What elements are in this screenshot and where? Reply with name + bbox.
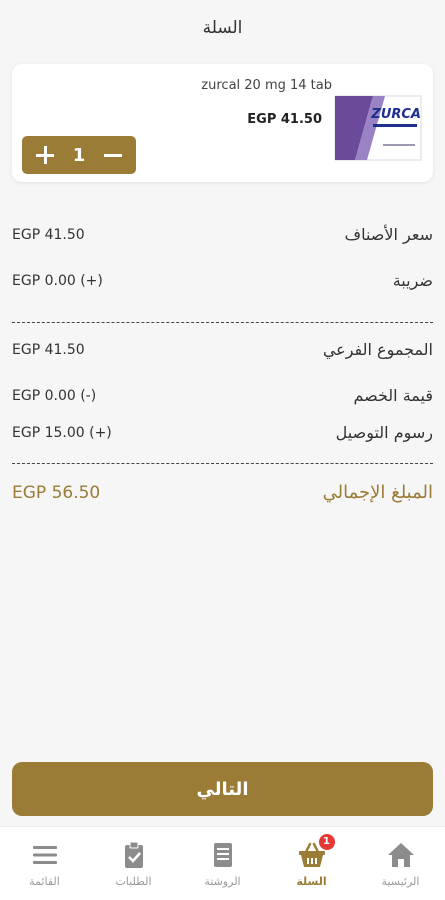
summary-divider [12, 322, 433, 323]
bottom-nav: القائمة الطلبات الروشتة 1 السلة الرئيسية [0, 826, 445, 900]
nav-item-prescription[interactable]: الروشتة [178, 840, 267, 888]
total-divider [12, 463, 433, 464]
nav-item-orders[interactable]: الطلبات [89, 840, 178, 888]
subtotal-value: EGP 41.50 [12, 341, 85, 358]
product-price: EGP 41.50 [247, 112, 322, 127]
cart-count-badge: 1 [318, 833, 335, 850]
decrease-quantity-button[interactable] [102, 144, 124, 166]
nav-label-cart: السلة [296, 874, 327, 888]
basket-icon: 1 [297, 833, 335, 870]
next-button[interactable]: التالي [12, 762, 433, 816]
items-price-value: EGP 41.50 [12, 226, 85, 243]
increase-quantity-button[interactable] [34, 144, 56, 166]
discount-label: قيمة الخصم [353, 386, 433, 405]
nav-item-cart[interactable]: 1 السلة [267, 833, 356, 888]
home-icon [386, 840, 416, 870]
total-row: EGP 56.50 المبلغ الإجمالي [12, 482, 433, 503]
next-button-label: التالي [196, 778, 249, 800]
subtotal-label: المجموع الفرعي [322, 340, 433, 359]
prescription-icon [208, 840, 238, 870]
nav-label-prescription: الروشتة [204, 874, 241, 888]
subtotal-row: EGP 41.50 المجموع الفرعي [12, 340, 433, 359]
nav-label-home: الرئيسية [381, 874, 420, 888]
quantity-value: 1 [72, 144, 86, 166]
menu-icon [30, 840, 60, 870]
delivery-label: رسوم التوصيل [335, 423, 433, 442]
delivery-value: EGP 15.00 (+) [12, 424, 112, 441]
quantity-stepper: 1 [22, 136, 136, 174]
items-price-label: سعر الأصناف [344, 225, 433, 244]
nav-label-menu: القائمة [29, 874, 60, 888]
clipboard-check-icon [119, 840, 149, 870]
product-image[interactable]: ZURCA [333, 94, 423, 162]
nav-item-home[interactable]: الرئيسية [356, 840, 445, 888]
page-title: السلة [202, 18, 243, 38]
nav-label-orders: الطلبات [115, 874, 152, 888]
total-label: المبلغ الإجمالي [322, 482, 433, 503]
tax-label: ضريبة [392, 271, 433, 290]
product-name: zurcal 20 mg 14 tab [201, 78, 332, 93]
delivery-row: EGP 15.00 (+) رسوم التوصيل [12, 423, 433, 442]
cart-item-card: zurcal 20 mg 14 tab EGP 41.50 ZURCA 1 [12, 64, 433, 182]
items-price-row: EGP 41.50 سعر الأصناف [12, 225, 433, 244]
product-image-brand: ZURCA [370, 107, 421, 122]
page-header: السلة [0, 0, 445, 56]
total-value: EGP 56.50 [12, 482, 101, 503]
discount-value: EGP 0.00 (-) [12, 387, 97, 404]
tax-value: EGP 0.00 (+) [12, 272, 103, 289]
discount-row: EGP 0.00 (-) قيمة الخصم [12, 386, 433, 405]
tax-row: EGP 0.00 (+) ضريبة [12, 271, 433, 290]
nav-item-menu[interactable]: القائمة [0, 840, 89, 888]
